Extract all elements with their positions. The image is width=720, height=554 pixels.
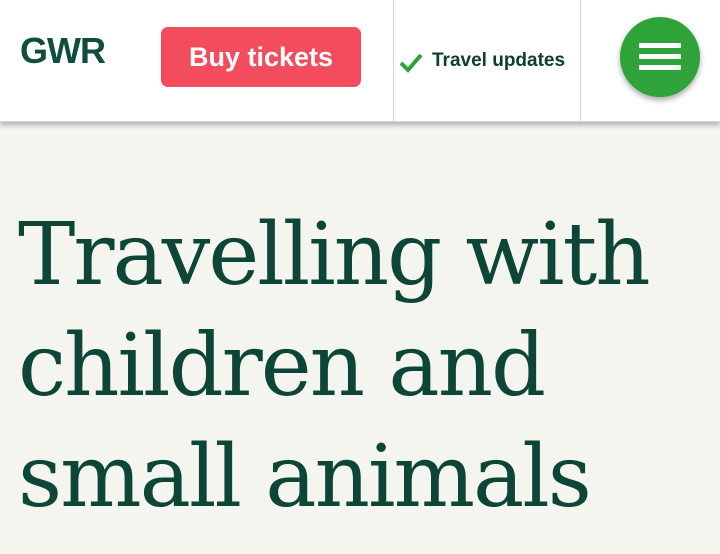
gwr-logo[interactable]: GWR xyxy=(20,28,114,74)
check-icon xyxy=(399,51,423,73)
menu-button[interactable] xyxy=(620,17,700,97)
site-header: GWR Buy tickets Travel updates xyxy=(0,0,720,122)
page-title: Travelling with children and small anima… xyxy=(18,205,651,527)
buy-tickets-button[interactable]: Buy tickets xyxy=(161,27,361,87)
hamburger-menu-icon xyxy=(639,43,681,71)
travel-updates-link[interactable]: Travel updates xyxy=(394,0,580,122)
header-divider xyxy=(580,0,581,122)
logo-text: GWR xyxy=(20,30,106,71)
main-content: Travelling with children and small anima… xyxy=(0,122,720,554)
travel-updates-label: Travel updates xyxy=(432,50,566,71)
